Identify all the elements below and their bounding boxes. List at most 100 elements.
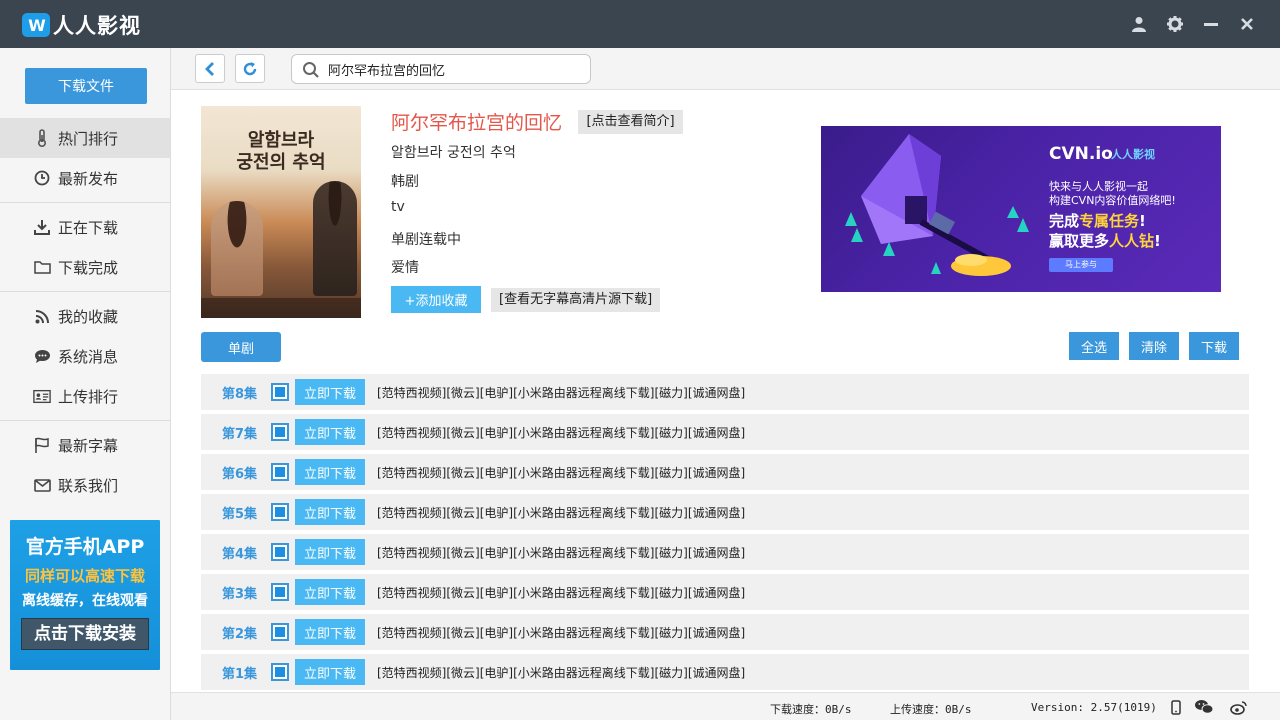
source-link[interactable]: [磁力] [655,664,688,681]
minimize-icon[interactable] [1200,12,1222,36]
weibo-icon[interactable] [1229,699,1249,715]
source-link[interactable]: [微云] [446,424,479,441]
source-link[interactable]: [诚通网盘] [688,544,745,561]
ad-join-button[interactable]: 马上参与 [1049,258,1113,272]
sidebar-item-upload-ranking[interactable]: 上传排行 [0,376,170,416]
episode-checkbox[interactable] [271,463,289,481]
sidebar-item-download-complete[interactable]: 下载完成 [0,247,170,287]
download-file-button[interactable]: 下载文件 [25,68,147,104]
source-link[interactable]: [电驴] [480,384,513,401]
source-link[interactable]: [范特西视频] [377,504,446,521]
source-link[interactable]: [微云] [446,584,479,601]
source-link[interactable]: [微云] [446,464,479,481]
episode-download-now-button[interactable]: 立即下载 [295,499,365,525]
poster-figure [211,201,263,296]
episode-download-now-button[interactable]: 立即下载 [295,459,365,485]
source-link[interactable]: [小米路由器远程离线下载] [513,384,654,401]
source-link[interactable]: [微云] [446,624,479,641]
sidebar-item-hot-ranking[interactable]: 热门排行 [0,118,170,158]
source-link[interactable]: [范特西视频] [377,384,446,401]
gear-icon[interactable] [1164,12,1186,36]
source-link[interactable]: [小米路由器远程离线下载] [513,624,654,641]
episode-download-now-button[interactable]: 立即下载 [295,539,365,565]
refresh-button[interactable] [235,54,265,83]
source-link[interactable]: [诚通网盘] [688,384,745,401]
tab-single-drama[interactable]: 单剧 [201,332,281,362]
episode-download-now-button[interactable]: 立即下载 [295,379,365,405]
source-link[interactable]: [范特西视频] [377,584,446,601]
source-link[interactable]: [磁力] [655,544,688,561]
clear-button[interactable]: 清除 [1129,332,1179,360]
source-link[interactable]: [微云] [446,384,479,401]
download-button[interactable]: 下载 [1189,332,1239,360]
source-link[interactable]: [范特西视频] [377,544,446,561]
source-link[interactable]: [诚通网盘] [688,464,745,481]
episode-checkbox[interactable] [271,543,289,561]
episode-checkbox[interactable] [271,503,289,521]
view-intro-button[interactable]: [点击查看简介] [578,109,683,134]
source-link[interactable]: [磁力] [655,464,688,481]
episode-checkbox[interactable] [271,623,289,641]
source-link[interactable]: [小米路由器远程离线下载] [513,464,654,481]
source-link[interactable]: [范特西视频] [377,624,446,641]
source-link[interactable]: [小米路由器远程离线下载] [513,584,654,601]
episode-checkbox[interactable] [271,583,289,601]
source-link[interactable]: [磁力] [655,424,688,441]
episode-download-now-button[interactable]: 立即下载 [295,579,365,605]
source-link[interactable]: [磁力] [655,504,688,521]
source-link[interactable]: [电驴] [480,584,513,601]
select-all-button[interactable]: 全选 [1069,332,1119,360]
source-link[interactable]: [诚通网盘] [688,624,745,641]
source-link[interactable]: [范特西视频] [377,664,446,681]
sidebar-item-my-favorites[interactable]: 我的收藏 [0,296,170,336]
app-promo-banner[interactable]: 官方手机APP 同样可以高速下载 离线缓存，在线观看 点击下载安装 [10,520,160,670]
search-box[interactable] [291,54,591,84]
source-link[interactable]: [电驴] [480,464,513,481]
search-input[interactable] [328,59,583,79]
source-link[interactable]: [小米路由器远程离线下载] [513,504,654,521]
sidebar-item-latest-subtitles[interactable]: 最新字幕 [0,425,170,465]
source-link[interactable]: [诚通网盘] [688,424,745,441]
title-bar: W 人人影视 [0,0,1280,48]
source-link[interactable]: [微云] [446,664,479,681]
back-button[interactable] [195,54,225,83]
source-link[interactable]: [电驴] [480,624,513,641]
source-link[interactable]: [诚通网盘] [688,664,745,681]
source-link[interactable]: [磁力] [655,624,688,641]
source-link[interactable]: [诚通网盘] [688,584,745,601]
source-link[interactable]: [电驴] [480,544,513,561]
episode-download-now-button[interactable]: 立即下载 [295,619,365,645]
sidebar-nav: 热门排行 最新发布 正在下载 下载完成 我的收藏 系统消息 上传排行 最新字幕 … [0,118,170,505]
hd-source-button[interactable]: [查看无字幕高清片源下载] [491,288,661,312]
sidebar-item-contact-us[interactable]: 联系我们 [0,465,170,505]
episode-checkbox[interactable] [271,383,289,401]
source-link[interactable]: [范特西视频] [377,424,446,441]
source-link[interactable]: [范特西视频] [377,464,446,481]
sidebar-item-latest-release[interactable]: 最新发布 [0,158,170,198]
episode-download-now-button[interactable]: 立即下载 [295,419,365,445]
source-link[interactable]: [磁力] [655,384,688,401]
sidebar-item-system-messages[interactable]: 系统消息 [0,336,170,376]
source-link[interactable]: [微云] [446,544,479,561]
mobile-icon[interactable] [1166,699,1186,715]
source-link[interactable]: [电驴] [480,504,513,521]
source-link[interactable]: [磁力] [655,584,688,601]
promo-install-button[interactable]: 点击下载安装 [21,618,149,650]
source-link[interactable]: [小米路由器远程离线下载] [513,664,654,681]
episode-checkbox[interactable] [271,423,289,441]
source-link[interactable]: [小米路由器远程离线下载] [513,424,654,441]
show-poster[interactable]: 알함브라 궁전의 추억 [201,106,361,318]
episode-download-now-button[interactable]: 立即下载 [295,659,365,685]
ad-banner[interactable]: CVN.io 人人影视 快来与人人影视一起 构建CVN内容价值网络吧! 完成专属… [821,126,1221,292]
source-link[interactable]: [小米路由器远程离线下载] [513,544,654,561]
close-icon[interactable] [1236,12,1258,36]
source-link[interactable]: [微云] [446,504,479,521]
source-link[interactable]: [电驴] [480,664,513,681]
source-link[interactable]: [电驴] [480,424,513,441]
add-favorite-button[interactable]: +添加收藏 [391,286,481,313]
wechat-icon[interactable] [1194,699,1214,715]
source-link[interactable]: [诚通网盘] [688,504,745,521]
user-icon[interactable] [1128,12,1150,36]
episode-checkbox[interactable] [271,663,289,681]
sidebar-item-downloading[interactable]: 正在下载 [0,207,170,247]
